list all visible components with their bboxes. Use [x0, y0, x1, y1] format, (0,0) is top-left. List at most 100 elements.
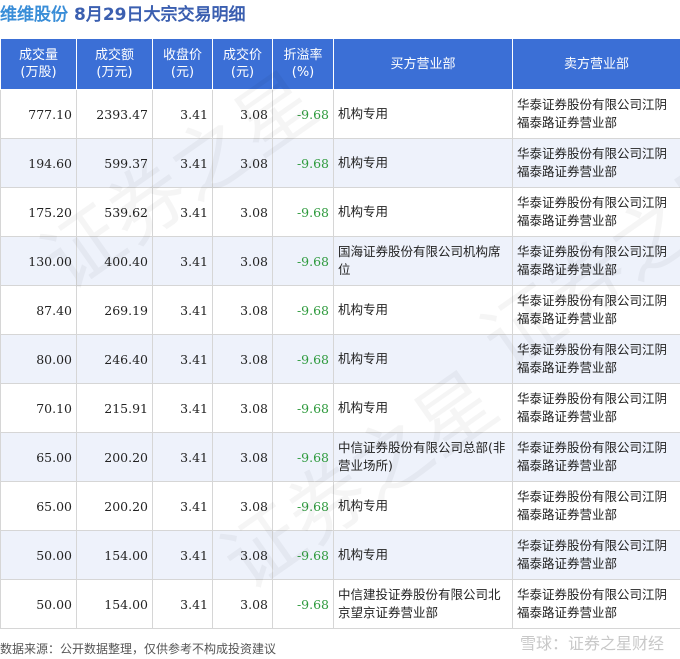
cell-premium: -9.68: [272, 481, 334, 531]
cell-deal-price: 3.08: [212, 89, 273, 139]
cell-amount: 200.20: [76, 481, 153, 531]
cell-buyer: 机构专用: [333, 138, 513, 188]
cell-close-price: 3.41: [152, 579, 213, 629]
table-row: 777.10 2393.47 3.41 3.08 -9.68 机构专用 华泰证券股份有限公司…: [0, 89, 680, 139]
cell-seller: 华泰证券股份有限公司江阴福泰路证券营业部: [512, 285, 680, 335]
cell-seller: 华泰证券股份有限公司江阴福泰路证券营业部: [512, 138, 680, 188]
cell-buyer: 机构专用: [333, 334, 513, 384]
cell-close-price: 3.41: [152, 138, 213, 188]
cell-seller: 华泰证券股份有限公司江阴福泰路证券营业部: [512, 334, 680, 384]
cell-amount: 539.62: [76, 187, 153, 237]
cell-buyer: 机构专用: [333, 187, 513, 237]
cell-buyer: 机构专用: [333, 530, 513, 580]
cell-seller: 华泰证券股份有限公司江阴福泰路证券营业部: [512, 187, 680, 237]
cell-close-price: 3.41: [152, 187, 213, 237]
cell-volume: 194.60: [0, 138, 77, 188]
cell-buyer: 中信证券股份有限公司总部(非营业场所): [333, 432, 513, 482]
cell-premium: -9.68: [272, 432, 334, 482]
table-row: 130.00 400.40 3.41 3.08 -9.68 国海证券股份有限公司机构席位华…: [0, 236, 680, 286]
cell-deal-price: 3.08: [212, 579, 273, 629]
page-subtitle: 8月29日大宗交易明细: [74, 5, 246, 25]
cell-deal-price: 3.08: [212, 334, 273, 384]
cell-volume: 65.00: [0, 432, 77, 482]
cell-close-price: 3.41: [152, 530, 213, 580]
cell-deal-price: 3.08: [212, 236, 273, 286]
cell-deal-price: 3.08: [212, 138, 273, 188]
header-amount: 成交额 (万元): [76, 38, 153, 90]
cell-buyer: 机构专用: [333, 89, 513, 139]
cell-buyer: 中信建投证券股份有限公司北京望京证券营业部: [333, 579, 513, 629]
table-header-row: 成交量 (万股) 成交额 (万元) 收盘价 (元) 成交价 (元) 折溢率 (%) 买方营…: [0, 38, 680, 90]
cell-buyer: 机构专用: [333, 383, 513, 433]
cell-premium: -9.68: [272, 383, 334, 433]
table-row: 80.00 246.40 3.41 3.08 -9.68 机构专用 华泰证券股份有限公司江阴…: [0, 334, 680, 384]
block-trade-table: 成交量 (万股) 成交额 (万元) 收盘价 (元) 成交价 (元) 折溢率 (%) 买方营…: [0, 38, 680, 629]
cell-deal-price: 3.08: [212, 432, 273, 482]
header-close-price: 收盘价 (元): [152, 38, 213, 90]
cell-amount: 2393.47: [76, 89, 153, 139]
cell-seller: 华泰证券股份有限公司江阴福泰路证券营业部: [512, 236, 680, 286]
source-note: 数据来源：公开数据整理，仅供参考不构成投资建议: [0, 642, 277, 656]
cell-seller: 华泰证券股份有限公司江阴福泰路证券营业部: [512, 579, 680, 629]
cell-volume: 130.00: [0, 236, 77, 286]
header-premium: 折溢率 (%): [272, 38, 334, 90]
table-row: 50.00 154.00 3.41 3.08 -9.68 机构专用 华泰证券股份有限公司江阴…: [0, 530, 680, 580]
cell-close-price: 3.41: [152, 236, 213, 286]
cell-amount: 154.00: [76, 579, 153, 629]
cell-volume: 70.10: [0, 383, 77, 433]
cell-seller: 华泰证券股份有限公司江阴福泰路证券营业部: [512, 383, 680, 433]
cell-premium: -9.68: [272, 89, 334, 139]
cell-volume: 50.00: [0, 579, 77, 629]
cell-volume: 50.00: [0, 530, 77, 580]
cell-premium: -9.68: [272, 334, 334, 384]
cell-close-price: 3.41: [152, 481, 213, 531]
header-buyer: 买方营业部: [333, 38, 513, 90]
cell-close-price: 3.41: [152, 383, 213, 433]
cell-seller: 华泰证券股份有限公司江阴福泰路证券营业部: [512, 530, 680, 580]
cell-close-price: 3.41: [152, 89, 213, 139]
cell-deal-price: 3.08: [212, 383, 273, 433]
brand-watermark: 雪球：证券之星财经: [519, 634, 664, 653]
cell-premium: -9.68: [272, 579, 334, 629]
cell-premium: -9.68: [272, 285, 334, 335]
page-title: 维维股份 8月29日大宗交易明细: [0, 0, 246, 30]
cell-volume: 65.00: [0, 481, 77, 531]
cell-buyer: 国海证券股份有限公司机构席位: [333, 236, 513, 286]
cell-amount: 246.40: [76, 334, 153, 384]
cell-premium: -9.68: [272, 138, 334, 188]
cell-deal-price: 3.08: [212, 481, 273, 531]
cell-seller: 华泰证券股份有限公司江阴福泰路证券营业部: [512, 481, 680, 531]
cell-amount: 400.40: [76, 236, 153, 286]
cell-premium: -9.68: [272, 187, 334, 237]
table-row: 87.40 269.19 3.41 3.08 -9.68 机构专用 华泰证券股份有限公司江阴…: [0, 285, 680, 335]
table-row: 175.20 539.62 3.41 3.08 -9.68 机构专用 华泰证券股份有限公司江…: [0, 187, 680, 237]
cell-amount: 599.37: [76, 138, 153, 188]
cell-premium: -9.68: [272, 236, 334, 286]
cell-buyer: 机构专用: [333, 285, 513, 335]
cell-close-price: 3.41: [152, 285, 213, 335]
stock-name: 维维股份: [0, 5, 68, 25]
cell-amount: 269.19: [76, 285, 153, 335]
cell-close-price: 3.41: [152, 432, 213, 482]
header-volume: 成交量 (万股): [0, 38, 77, 90]
cell-buyer: 机构专用: [333, 481, 513, 531]
header-deal-price: 成交价 (元): [212, 38, 273, 90]
table-row: 65.00 200.20 3.41 3.08 -9.68 中信证券股份有限公司总部(非营业…: [0, 432, 680, 482]
cell-amount: 154.00: [76, 530, 153, 580]
cell-deal-price: 3.08: [212, 187, 273, 237]
cell-amount: 215.91: [76, 383, 153, 433]
table-row: 65.00 200.20 3.41 3.08 -9.68 机构专用 华泰证券股份有限公司江阴…: [0, 481, 680, 531]
cell-volume: 777.10: [0, 89, 77, 139]
cell-close-price: 3.41: [152, 334, 213, 384]
cell-premium: -9.68: [272, 530, 334, 580]
cell-deal-price: 3.08: [212, 285, 273, 335]
header-seller: 卖方营业部: [512, 38, 680, 90]
cell-volume: 80.00: [0, 334, 77, 384]
cell-volume: 87.40: [0, 285, 77, 335]
table-row: 194.60 599.37 3.41 3.08 -9.68 机构专用 华泰证券股份有限公司江…: [0, 138, 680, 188]
cell-deal-price: 3.08: [212, 530, 273, 580]
table-row: 70.10 215.91 3.41 3.08 -9.68 机构专用 华泰证券股份有限公司江阴…: [0, 383, 680, 433]
cell-seller: 华泰证券股份有限公司江阴福泰路证券营业部: [512, 432, 680, 482]
cell-volume: 175.20: [0, 187, 77, 237]
cell-amount: 200.20: [76, 432, 153, 482]
